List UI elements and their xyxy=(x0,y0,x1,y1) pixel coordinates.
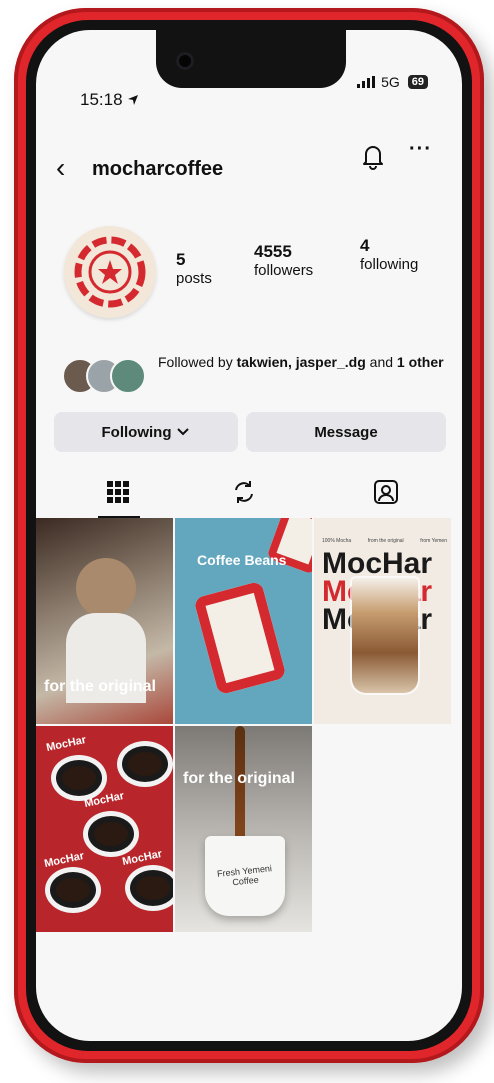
following-count: 4 xyxy=(360,236,370,255)
location-arrow-icon xyxy=(128,95,139,105)
network-type: 5G xyxy=(381,74,400,90)
cup-brand-label: MocHar xyxy=(121,847,164,869)
posts-grid: for the original Coffee Beans 100% Mocha… xyxy=(36,518,456,948)
post-tile[interactable]: 100% Mocha from the original from Yemen … xyxy=(314,518,451,724)
profile-avatar[interactable] xyxy=(64,226,156,318)
coffee-cup xyxy=(136,876,170,900)
poster-label: from the original xyxy=(367,538,404,544)
poster-brand-line: MocHar xyxy=(322,547,433,580)
signal-icon xyxy=(357,76,376,88)
post-tile[interactable]: Coffee Beans xyxy=(175,518,312,724)
posts-label: posts xyxy=(176,270,212,287)
notification-bell-icon[interactable] xyxy=(360,142,386,170)
post-tile[interactable]: for the original xyxy=(36,518,173,724)
message-button-label: Message xyxy=(314,423,378,441)
following-button[interactable]: Following xyxy=(54,412,238,452)
app-screen: 15:18 5G 69 ‹ mocharcoffee ··· 5 posts 4… xyxy=(36,30,462,1041)
front-camera xyxy=(176,52,194,70)
coffee-cup xyxy=(128,752,162,776)
coffee-cup xyxy=(56,878,90,902)
more-options-icon[interactable]: ··· xyxy=(409,138,432,161)
profile-username: mocharcoffee xyxy=(92,158,224,180)
following-button-label: Following xyxy=(101,423,172,441)
camera-notch xyxy=(156,30,346,88)
follower-avatar xyxy=(110,358,146,394)
post-caption: for the original xyxy=(183,770,295,787)
status-time: 15:18 xyxy=(80,90,139,110)
post-tile[interactable]: MocHar MocHar MocHar MocHar xyxy=(36,726,173,932)
chevron-down-icon xyxy=(177,428,190,436)
post-tile[interactable]: Fresh Yemeni Coffee for the original xyxy=(175,726,312,932)
post-caption: for the original xyxy=(44,678,156,695)
followers-label: followers xyxy=(254,262,314,279)
profile-header: ‹ mocharcoffee ··· xyxy=(56,138,442,182)
mochar-logo-icon xyxy=(74,236,146,308)
followed-by-users[interactable]: takwien, jasper_.dg xyxy=(237,354,366,370)
posts-count: 5 xyxy=(176,250,186,269)
status-indicators: 5G 69 xyxy=(357,74,428,90)
iced-coffee-glass xyxy=(352,578,418,693)
post-caption: Coffee Beans xyxy=(197,552,287,568)
followers-count: 4555 xyxy=(254,242,292,261)
cup-brand-label: MocHar xyxy=(43,849,86,871)
poster-top-labels: 100% Mocha from the original from Yemen xyxy=(322,538,447,544)
followed-by-count: 1 xyxy=(396,354,405,370)
following-stat[interactable]: 4 following xyxy=(360,236,418,273)
grid-tab-icon[interactable] xyxy=(104,478,132,506)
followed-by-and: and xyxy=(365,354,397,370)
back-chevron-icon[interactable]: ‹ xyxy=(56,154,65,182)
repost-tab-icon[interactable] xyxy=(230,478,258,506)
following-label: following xyxy=(360,256,419,273)
post-photo-person xyxy=(76,558,136,618)
cup-brand-label: MocHar xyxy=(83,789,126,811)
phone-frame: 15:18 5G 69 ‹ mocharcoffee ··· 5 posts 4… xyxy=(14,8,484,1063)
followed-by-prefix: Followed by xyxy=(158,354,237,370)
tagged-tab-icon[interactable] xyxy=(372,478,400,506)
poster-label: from Yemen xyxy=(420,538,447,544)
battery-icon: 69 xyxy=(407,75,428,89)
followed-by-row[interactable]: Followed by takwien, jasper_.dg and 1 ot… xyxy=(62,348,462,398)
clock: 15:18 xyxy=(80,90,123,109)
cup-brand-label: MocHar xyxy=(45,733,88,755)
followed-by-other[interactable]: other xyxy=(405,354,444,370)
coffee-cup xyxy=(62,766,96,790)
followers-stat[interactable]: 4555 followers xyxy=(254,242,313,279)
message-button[interactable]: Message xyxy=(246,412,446,452)
coffee-cup xyxy=(94,822,128,846)
coffee-bean-can xyxy=(193,580,287,696)
followed-by-text: Followed by takwien, jasper_.dg and 1 ot… xyxy=(158,352,448,373)
poster-label: 100% Mocha xyxy=(322,538,352,544)
posts-stat[interactable]: 5 posts xyxy=(176,250,212,287)
phone-bezel: 15:18 5G 69 ‹ mocharcoffee ··· 5 posts 4… xyxy=(26,20,472,1051)
